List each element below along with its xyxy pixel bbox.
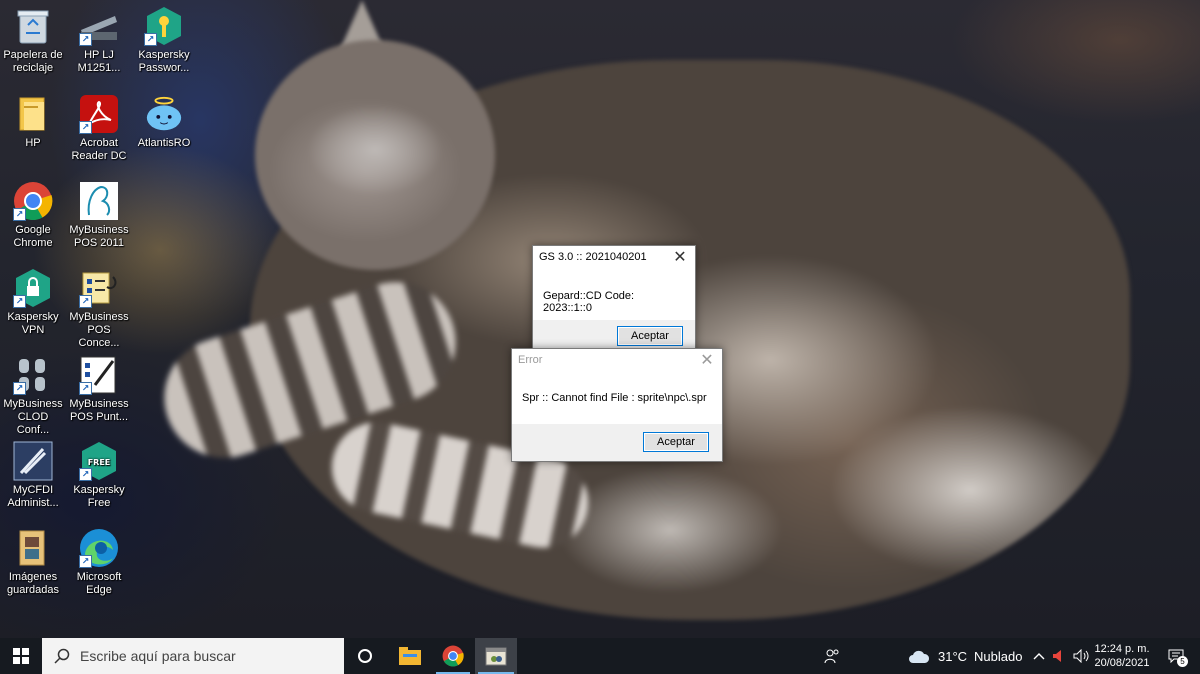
desktop-icon-label: Google Chrome	[13, 224, 53, 249]
desktop-icon-kaspersky-vpn[interactable]: ↗ Kaspersky VPN	[0, 268, 66, 337]
desktop-icon-label: HP LJ M1251...	[77, 49, 121, 74]
desktop-icon-hp-folder[interactable]: HP	[0, 94, 66, 150]
dialog-footer: Aceptar	[533, 320, 695, 350]
desktop-icon-label: MyCFDI Administ...	[7, 484, 59, 509]
kaspersky-free-icon: FREE ↗	[79, 441, 119, 481]
desktop-icon-recycle-bin[interactable]: Papelera de reciclaje	[0, 6, 66, 75]
accept-button[interactable]: Aceptar	[643, 432, 709, 452]
desktop-icon-label: MyBusiness POS 2011	[69, 224, 129, 249]
folder-icon	[13, 94, 53, 134]
taskbar-chrome[interactable]	[433, 638, 473, 674]
taskbar-file-explorer[interactable]	[390, 638, 430, 674]
weather-widget[interactable]: 31°C Nublado	[908, 638, 1024, 674]
scanner-icon: ↗	[79, 6, 119, 46]
clock[interactable]: 12:24 p. m. 20/08/2021	[1094, 638, 1150, 674]
start-button[interactable]	[0, 638, 42, 674]
desktop-icon-mybusiness-concentrador[interactable]: ↗ MyBusiness POS Conce...	[66, 268, 132, 350]
desktop-icon-label: Kaspersky Passwor...	[138, 49, 190, 74]
recycle-bin-icon	[13, 6, 53, 46]
desktop-icon-label: Microsoft Edge	[76, 571, 122, 596]
taskbar-search-box[interactable]: Escribe aquí para buscar	[42, 638, 344, 674]
show-hidden-icons-button[interactable]	[1030, 638, 1048, 674]
desktop-icon-imagenes-guardadas[interactable]: Imágenes guardadas	[0, 528, 66, 597]
desktop-icon-atlantisro[interactable]: AtlantisRO	[131, 94, 197, 150]
database-icon: ↗	[13, 355, 53, 395]
atlantisro-icon	[144, 94, 184, 134]
dialog-title: Error	[518, 354, 543, 366]
edge-icon: ↗	[79, 528, 119, 568]
search-icon	[54, 648, 70, 664]
desktop-icon-hp-scanner[interactable]: ↗ HP LJ M1251...	[66, 6, 132, 75]
windows-logo-icon	[13, 648, 29, 664]
mybusiness-concentrator-icon: ↗	[79, 268, 119, 308]
weather-description: Nublado	[974, 648, 1023, 664]
weather-temperature: 31°C	[938, 648, 968, 664]
dialog-message: Gepard::CD Code: 2023::1::0	[543, 290, 635, 314]
desktop-icon-label: Imágenes guardadas	[7, 571, 59, 596]
people-icon	[824, 649, 839, 664]
cortana-button[interactable]	[345, 638, 385, 674]
desktop-icon-label: Kaspersky Free	[73, 484, 125, 509]
gs-info-dialog: GS 3.0 :: 2021040201 ✕ Gepard::CD Code: …	[532, 245, 696, 351]
file-explorer-icon	[399, 647, 421, 665]
kaspersky-password-icon: ↗	[144, 6, 184, 46]
notification-count-badge: 5	[1177, 656, 1188, 667]
desktop-icon-acrobat[interactable]: ↗ Acrobat Reader DC	[66, 94, 132, 163]
desktop-icon-kaspersky-password[interactable]: ↗ Kaspersky Passwor...	[131, 6, 197, 75]
close-icon[interactable]: ✕	[692, 349, 722, 371]
mybusiness-punto-icon: ↗	[79, 355, 119, 395]
desktop-icon-microsoft-edge[interactable]: ↗ Microsoft Edge	[66, 528, 132, 597]
desktop-icon-label: Acrobat Reader DC	[71, 137, 127, 162]
action-center-button[interactable]: 5	[1158, 638, 1194, 674]
chevron-up-icon	[1033, 653, 1045, 660]
dialog-footer: Aceptar	[512, 424, 722, 461]
close-icon[interactable]: ✕	[665, 246, 695, 268]
desktop-icon-label: Kaspersky VPN	[7, 311, 59, 336]
kaspersky-vpn-icon: ↗	[13, 268, 53, 308]
desktop-icon-mycfdi[interactable]: MyCFDI Administ...	[0, 441, 66, 510]
desktop-icon-mybusiness-pos-2011[interactable]: MyBusiness POS 2011	[66, 181, 132, 250]
desktop-icon-kaspersky-free[interactable]: FREE ↗ Kaspersky Free	[66, 441, 132, 510]
cortana-circle-icon	[358, 649, 372, 663]
cloud-icon	[909, 650, 930, 663]
taskbar-game-app[interactable]	[475, 638, 517, 674]
chrome-icon	[442, 645, 464, 667]
network-status[interactable]	[1049, 638, 1067, 674]
volume-icon	[1073, 649, 1089, 663]
acrobat-icon: ↗	[79, 94, 119, 134]
chrome-icon: ↗	[13, 181, 53, 221]
error-dialog: Error ✕ Spr :: Cannot find File : sprite…	[511, 348, 723, 462]
pictures-folder-icon	[13, 528, 53, 568]
desktop-icon-label: MyBusiness POS Conce...	[69, 311, 129, 349]
game-app-icon	[485, 647, 507, 666]
desktop-icon-label: MyBusiness CLOD Conf...	[3, 398, 63, 436]
dialog-titlebar[interactable]: GS 3.0 :: 2021040201 ✕	[533, 246, 695, 268]
mybusiness-pos-icon	[79, 181, 119, 221]
speaker-muted-red-icon	[1053, 650, 1061, 662]
desktop-icon-google-chrome[interactable]: ↗ Google Chrome	[0, 181, 66, 250]
people-button[interactable]	[818, 638, 846, 674]
dialog-title: GS 3.0 :: 2021040201	[539, 251, 647, 263]
desktop-icon-mybusiness-punto[interactable]: ↗ MyBusiness POS Punt...	[66, 355, 132, 424]
desktop-icon-label: HP	[25, 137, 41, 149]
dialog-message: Spr :: Cannot find File : sprite\npc\.sp…	[522, 392, 707, 404]
volume-button[interactable]	[1070, 638, 1092, 674]
desktop-icon-label: AtlantisRO	[137, 137, 191, 149]
search-placeholder: Escribe aquí para buscar	[80, 648, 236, 664]
dialog-titlebar[interactable]: Error ✕	[512, 349, 722, 371]
desktop-icon-mybusiness-clod[interactable]: ↗ MyBusiness CLOD Conf...	[0, 355, 66, 437]
clock-time: 12:24 p. m.	[1094, 643, 1150, 655]
desktop-icon-label: MyBusiness POS Punt...	[69, 398, 129, 423]
desktop-icon-label: Papelera de reciclaje	[3, 49, 63, 74]
taskbar: Escribe aquí para buscar 31°C Nublado 12…	[0, 638, 1200, 674]
svg-text:FREE: FREE	[88, 458, 111, 467]
clock-date: 20/08/2021	[1094, 657, 1150, 669]
mycfdi-icon	[13, 441, 53, 481]
wallpaper-cat-head	[255, 40, 495, 270]
accept-button[interactable]: Aceptar	[617, 326, 683, 346]
